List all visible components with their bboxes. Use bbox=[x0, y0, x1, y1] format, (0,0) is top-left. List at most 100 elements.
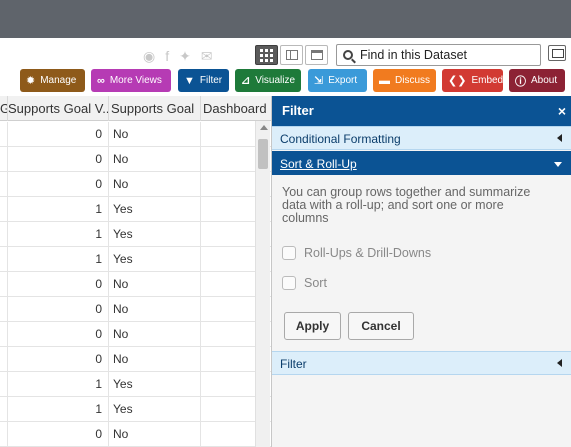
table-row[interactable]: 1 Yes bbox=[0, 197, 271, 222]
info-icon: ⓘ bbox=[515, 75, 526, 88]
close-icon[interactable]: × bbox=[558, 96, 566, 126]
top-banner bbox=[0, 0, 571, 38]
table-cell bbox=[0, 172, 8, 197]
table-row[interactable]: 0 No bbox=[0, 422, 271, 447]
twitter-icon[interactable]: ✦ bbox=[179, 45, 191, 67]
page-view-button[interactable] bbox=[305, 45, 328, 65]
table-row[interactable]: 0 No bbox=[0, 347, 271, 372]
code-icon: ❮❯ bbox=[448, 75, 467, 87]
grid-view-icon bbox=[260, 48, 273, 62]
table-cell: Yes bbox=[109, 247, 201, 272]
column-header[interactable]: Supports Goal bbox=[109, 96, 201, 121]
column-header[interactable]: Supports Goal V... bbox=[8, 96, 109, 121]
table-row[interactable]: 1 Yes bbox=[0, 397, 271, 422]
discuss-button[interactable]: ▬ Discuss bbox=[373, 69, 436, 92]
embed-button[interactable]: ❮❯ Embed bbox=[442, 69, 503, 92]
table-row[interactable]: 0 No bbox=[0, 297, 271, 322]
table-cell bbox=[0, 297, 8, 322]
table-cell: No bbox=[109, 147, 201, 172]
table-cell: 0 bbox=[8, 347, 109, 372]
table-row[interactable]: 0 No bbox=[0, 272, 271, 297]
apply-button[interactable]: Apply bbox=[284, 312, 341, 340]
table-cell bbox=[0, 347, 8, 372]
share-icons: ◉ f ✦ ✉ bbox=[143, 45, 238, 67]
scrollbar-thumb[interactable] bbox=[258, 139, 268, 169]
table-cell: No bbox=[109, 422, 201, 447]
cancel-button[interactable]: Cancel bbox=[348, 312, 414, 340]
table-cell: 1 bbox=[8, 197, 109, 222]
checkbox-label: Sort bbox=[304, 276, 327, 290]
table-cell: Yes bbox=[109, 222, 201, 247]
sort-rollup-section[interactable]: Sort & Roll-Up bbox=[272, 151, 571, 175]
table-cell bbox=[0, 222, 8, 247]
table-cell: 0 bbox=[8, 322, 109, 347]
more-views-button[interactable]: ∞ More Views bbox=[91, 69, 171, 92]
search-icon bbox=[343, 50, 353, 60]
cards-view-button[interactable] bbox=[280, 45, 303, 65]
table-cell: 1 bbox=[8, 397, 109, 422]
table-row[interactable]: 0 No bbox=[0, 122, 271, 147]
funnel-icon: ▼ bbox=[184, 74, 195, 87]
dataset-search[interactable]: Find in this Dataset bbox=[336, 44, 541, 66]
table-cell: 0 bbox=[8, 122, 109, 147]
panel-title: Filter bbox=[282, 103, 314, 118]
section-label: Conditional Formatting bbox=[280, 132, 401, 146]
table-row[interactable]: 1 Yes bbox=[0, 247, 271, 272]
chart-icon: ⊿ bbox=[241, 75, 251, 87]
grid-view-button[interactable] bbox=[255, 45, 278, 65]
page-view-icon bbox=[310, 50, 323, 60]
rollups-checkbox[interactable]: Roll-Ups & Drill-Downs bbox=[282, 246, 431, 260]
table-row[interactable]: 0 No bbox=[0, 172, 271, 197]
table-cell: 0 bbox=[8, 147, 109, 172]
visualize-button[interactable]: ⊿ Visualize bbox=[235, 69, 301, 92]
panel-header: Filter × bbox=[272, 96, 571, 126]
export-button[interactable]: ⇲ Export bbox=[308, 69, 367, 92]
table-cell: No bbox=[109, 272, 201, 297]
table-cell bbox=[0, 147, 8, 172]
facebook-icon[interactable]: f bbox=[165, 45, 169, 67]
rss-icon[interactable]: ◉ bbox=[143, 45, 155, 67]
table-row[interactable]: 0 No bbox=[0, 322, 271, 347]
table-cell: 0 bbox=[8, 272, 109, 297]
table-cell bbox=[0, 197, 8, 222]
table-cell: No bbox=[109, 172, 201, 197]
table-cell bbox=[0, 397, 8, 422]
search-input[interactable]: Find in this Dataset bbox=[360, 48, 467, 62]
scroll-up-icon[interactable] bbox=[260, 125, 268, 130]
about-button[interactable]: ⓘ About bbox=[509, 69, 565, 92]
table-row[interactable]: 1 Yes bbox=[0, 222, 271, 247]
column-header[interactable]: G bbox=[0, 96, 8, 121]
table-cell bbox=[0, 272, 8, 297]
table-cell bbox=[0, 247, 8, 272]
cards-view-icon bbox=[285, 50, 298, 60]
section-description: You can group rows together and summariz… bbox=[282, 185, 531, 225]
manage-button[interactable]: ✹ Manage bbox=[20, 69, 85, 92]
table-cell: No bbox=[109, 347, 201, 372]
fullscreen-icon[interactable] bbox=[548, 45, 566, 61]
section-label: Sort & Roll-Up bbox=[280, 157, 357, 171]
binoculars-icon: ∞ bbox=[97, 74, 105, 87]
caret-down-icon bbox=[554, 162, 562, 167]
filter-section[interactable]: Filter bbox=[272, 351, 571, 375]
view-switcher bbox=[255, 45, 328, 67]
caret-left-icon bbox=[557, 359, 562, 367]
table-cell: No bbox=[109, 297, 201, 322]
filter-button[interactable]: ▼ Filter bbox=[178, 69, 229, 92]
table-row[interactable]: 0 No bbox=[0, 147, 271, 172]
table-row[interactable]: 1 Yes bbox=[0, 372, 271, 397]
caret-left-icon bbox=[557, 134, 562, 142]
table-cell bbox=[0, 422, 8, 447]
table-cell: 1 bbox=[8, 222, 109, 247]
table-cell bbox=[0, 322, 8, 347]
gear-icon: ✹ bbox=[26, 75, 36, 87]
table-header: G Supports Goal V... Supports Goal Dashb… bbox=[0, 96, 271, 121]
conditional-formatting-section[interactable]: Conditional Formatting bbox=[272, 126, 571, 150]
checkbox-box[interactable] bbox=[282, 276, 296, 290]
table-cell bbox=[0, 122, 8, 147]
vertical-scrollbar[interactable] bbox=[255, 121, 270, 447]
email-icon[interactable]: ✉ bbox=[201, 45, 213, 67]
export-icon: ⇲ bbox=[314, 75, 324, 87]
sort-checkbox[interactable]: Sort bbox=[282, 276, 327, 290]
column-header[interactable]: Dashboard bbox=[201, 96, 271, 121]
checkbox-box[interactable] bbox=[282, 246, 296, 260]
